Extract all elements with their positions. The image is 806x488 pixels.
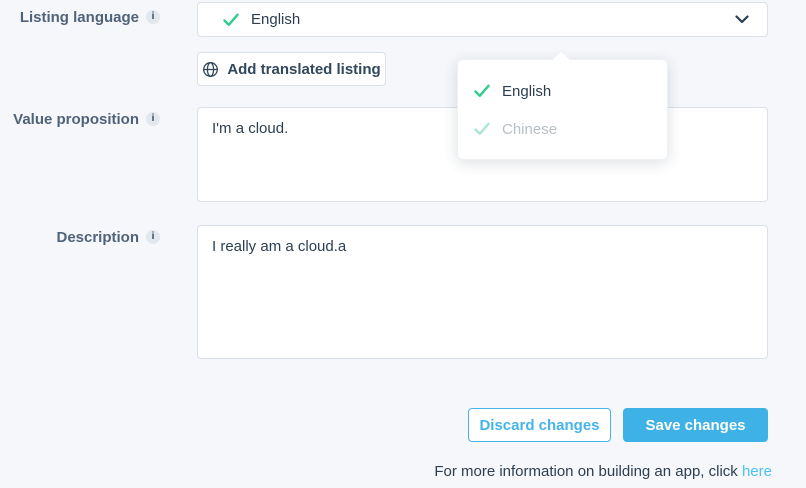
listing-language-select[interactable]: English	[197, 2, 768, 37]
value-proposition-label-row: Value proposition i	[0, 109, 160, 129]
save-changes-button[interactable]: Save changes	[623, 408, 768, 442]
language-menu-item-label: Chinese	[502, 121, 557, 138]
info-icon[interactable]: i	[146, 112, 160, 126]
footer-text: For more information on building an app,…	[434, 463, 742, 480]
add-translated-listing-button[interactable]: Add translated listing	[197, 52, 386, 86]
info-icon[interactable]: i	[146, 10, 160, 24]
description-label: Description	[56, 229, 139, 246]
discard-changes-button[interactable]: Discard changes	[468, 408, 611, 442]
listing-language-label: Listing language	[20, 9, 139, 26]
footer-note: For more information on building an app,…	[434, 463, 772, 480]
value-proposition-label: Value proposition	[13, 111, 139, 128]
language-menu-popup: English Chinese	[457, 59, 668, 160]
description-label-row: Description i	[0, 227, 160, 247]
chevron-down-icon	[735, 15, 749, 24]
check-icon-faded	[474, 122, 490, 136]
language-menu-item-label: English	[502, 83, 551, 100]
globe-icon	[202, 61, 219, 78]
listing-language-label-row: Listing language i	[0, 7, 160, 27]
description-input[interactable]: I really am a cloud.a	[197, 225, 768, 359]
add-translated-listing-label: Add translated listing	[227, 61, 380, 78]
footer-here-link[interactable]: here	[742, 463, 772, 480]
app-listing-form: Listing language i English Add translate…	[0, 0, 806, 488]
language-menu-item-english[interactable]: English	[458, 72, 667, 110]
check-icon	[223, 13, 239, 27]
listing-language-selected-value: English	[251, 11, 735, 28]
info-icon[interactable]: i	[146, 230, 160, 244]
popup-caret	[551, 50, 571, 70]
check-icon	[474, 84, 490, 98]
language-menu-item-chinese[interactable]: Chinese	[458, 110, 667, 148]
